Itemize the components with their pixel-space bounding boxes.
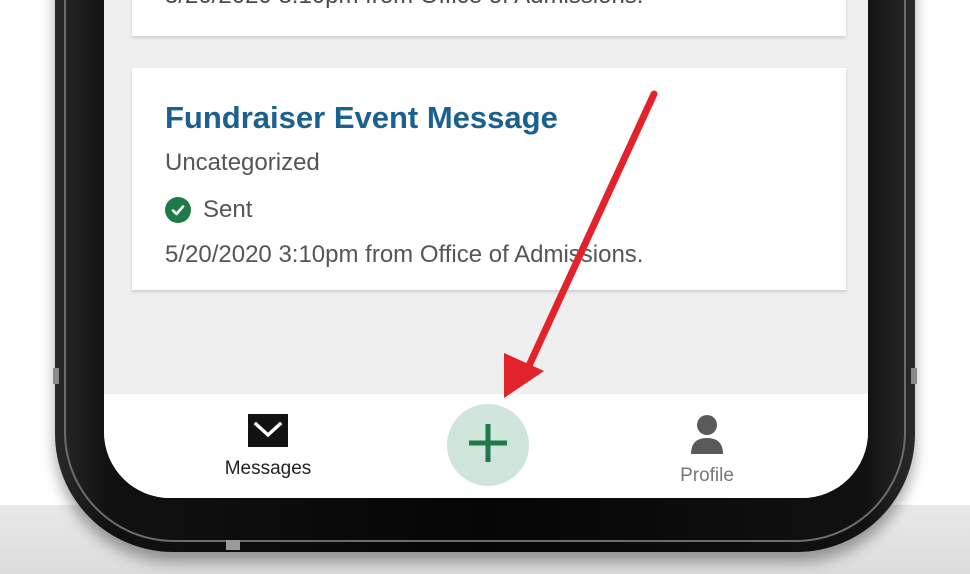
message-status: Sent <box>165 195 252 225</box>
status-label: Sent <box>203 196 253 223</box>
phone-side-button <box>53 368 59 384</box>
message-meta: 5/20/2020 3:10pm from Office of Admissio… <box>165 0 643 10</box>
check-circle-icon <box>165 197 191 223</box>
nav-profile-tab[interactable]: Profile <box>647 414 767 487</box>
nav-profile-label: Profile <box>680 465 734 486</box>
plus-icon <box>466 421 510 470</box>
envelope-icon <box>248 414 288 452</box>
nav-messages-tab[interactable]: Messages <box>208 414 328 480</box>
message-title[interactable]: Fundraiser Event Message <box>165 100 558 136</box>
message-card[interactable]: Fundraiser Event Message Uncategorized S… <box>132 68 846 290</box>
message-category: Uncategorized <box>165 149 320 176</box>
phone-screen: 5/20/2020 3:10pm from Office of Admissio… <box>104 0 868 498</box>
nav-messages-label: Messages <box>224 458 312 479</box>
phone-bottom-antenna-band <box>226 540 240 550</box>
phone-side-button <box>911 368 917 384</box>
person-icon <box>689 414 725 459</box>
message-card-previous[interactable]: 5/20/2020 3:10pm from Office of Admissio… <box>132 0 846 36</box>
bottom-nav-bar: Messages Profile <box>104 394 868 498</box>
add-message-button[interactable] <box>447 404 529 486</box>
message-meta: 5/20/2020 3:10pm from Office of Admissio… <box>165 241 644 268</box>
